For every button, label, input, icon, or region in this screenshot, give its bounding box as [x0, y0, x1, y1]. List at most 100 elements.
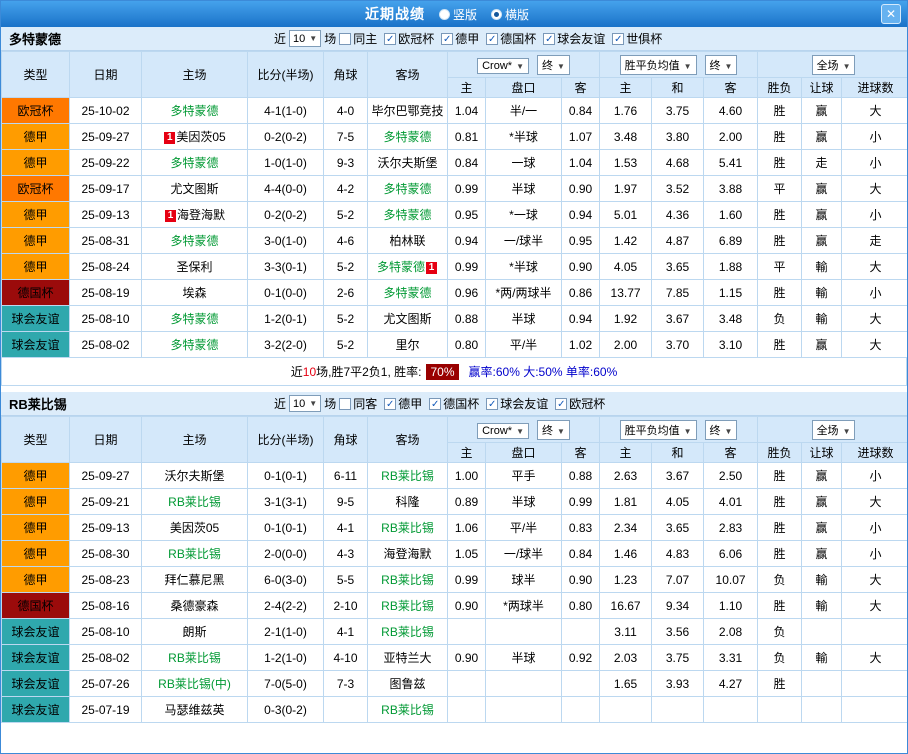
col-subheader: 客	[560, 77, 601, 98]
filter-checkbox-item[interactable]: 同客	[339, 395, 377, 412]
corners-score: 4-2	[323, 175, 368, 202]
avg-time-dropdown[interactable]: 终 ▼	[704, 419, 738, 440]
filter-checkbox-item[interactable]: ✓ 球会友谊	[543, 30, 605, 47]
odds-home: 1.04	[447, 97, 486, 124]
match-count-select[interactable]: 10 ▼	[289, 395, 322, 412]
avg-draw-odds: 3.75	[651, 644, 705, 671]
avg-draw-odds: 4.83	[651, 540, 705, 567]
avg-home-odds: 2.34	[599, 514, 653, 541]
odds-time-dropdown[interactable]: 终 ▼	[536, 54, 570, 75]
team-name-text: 圣保利	[176, 260, 213, 274]
col-subheader: 主	[599, 77, 653, 98]
checkbox-icon: ✓	[486, 32, 499, 45]
avg-away-odds: 3.88	[703, 175, 759, 202]
odds-away	[560, 670, 601, 697]
scope-dropdown[interactable]: 全场 ▼	[811, 419, 856, 440]
scope-dropdown[interactable]: 全场 ▼	[811, 54, 856, 75]
col-subheader: 和	[651, 442, 705, 463]
table-row: 德甲 25-09-13 美因茨05 0-1(0-1) 4-1 RB莱比锡 1.06 平/半 0.…	[1, 514, 907, 541]
odds-away: 0.90	[560, 566, 601, 593]
chevron-down-icon: ▼	[516, 426, 524, 436]
home-team: 圣保利	[141, 253, 248, 280]
result-handicap	[801, 670, 843, 697]
col-header: 比分(半场)	[247, 51, 324, 98]
radio-icon	[491, 8, 502, 20]
odds-company-dropdown[interactable]: Crow* ▼	[477, 422, 529, 439]
odds-time-dropdown[interactable]: 终 ▼	[536, 419, 570, 440]
team-name-text: 沃尔夫斯堡	[164, 469, 225, 483]
filter-checkbox-item[interactable]: ✓ 德甲	[441, 30, 479, 47]
avg-home-odds: 1.92	[599, 305, 653, 332]
filter-checkbox-item[interactable]: ✓ 德国杯	[486, 30, 536, 47]
view-option-selected[interactable]: 横版	[491, 6, 529, 23]
red-card-badge: 1	[164, 210, 176, 222]
home-team: RB莱比锡	[141, 488, 248, 515]
home-team: 多特蒙德	[141, 305, 248, 332]
corners-score: 6-11	[323, 462, 368, 489]
league-badge: 德甲	[1, 227, 70, 254]
filter-checkbox-item[interactable]: ✓ 欧冠杯	[555, 395, 605, 412]
col-subheader: 让球	[801, 77, 843, 98]
avg-draw-odds: 3.52	[651, 175, 705, 202]
filter-label: 德甲	[398, 397, 423, 411]
match-date: 25-07-19	[69, 696, 142, 723]
section-header: RB莱比锡 近 10 ▼ 场同客 ✓ 德甲 ✓ 德国杯 ✓ 球会友谊 ✓ 欧冠杯	[1, 392, 907, 416]
chevron-down-icon: ▼	[556, 426, 565, 436]
team-name-text: RB莱比锡	[168, 547, 221, 561]
avg-odds-dropdown[interactable]: 胜平负均值 ▼	[619, 54, 697, 75]
avg-home-odds: 1.23	[599, 566, 653, 593]
result-outcome: 胜	[757, 462, 803, 489]
result-outcome: 负	[757, 305, 803, 332]
match-count-select[interactable]: 10 ▼	[289, 30, 322, 47]
result-outcome: 平	[757, 253, 803, 280]
close-icon[interactable]: ✕	[881, 4, 901, 24]
result-outcome: 胜	[757, 592, 803, 619]
result-goals: 走	[841, 227, 907, 254]
filter-checkbox-item[interactable]: ✓ 欧冠杯	[384, 30, 434, 47]
chevron-down-icon: ▼	[683, 61, 692, 71]
league-badge: 德国杯	[1, 592, 70, 619]
avg-home-odds: 1.81	[599, 488, 653, 515]
league-badge: 德甲	[1, 540, 70, 567]
match-date: 25-09-21	[69, 488, 142, 515]
odds-home	[447, 618, 486, 645]
filter-checkbox-item[interactable]: ✓ 德国杯	[429, 395, 479, 412]
odds-company-dropdown[interactable]: Crow* ▼	[477, 57, 529, 74]
result-goals: 大	[841, 592, 907, 619]
table-row: 球会友谊 25-07-26 RB莱比锡(中) 7-0(5-0) 7-3 图鲁兹 1.65 3.…	[1, 670, 907, 697]
col-subheader: 盘口	[485, 442, 562, 463]
odds-handicap: 一/球半	[485, 227, 562, 254]
avg-away-odds: 3.10	[703, 331, 759, 358]
match-date: 25-08-02	[69, 331, 142, 358]
odds-away: 0.84	[560, 97, 601, 124]
team-name-text: 图鲁兹	[389, 677, 426, 691]
avg-time-dropdown[interactable]: 终 ▼	[704, 54, 738, 75]
team-title: RB莱比锡	[9, 397, 67, 412]
table-row: 球会友谊 25-08-10 朗斯 2-1(1-0) 4-1 RB莱比锡 3.11 3.56 2.…	[1, 618, 907, 645]
chevron-down-icon: ▼	[516, 61, 524, 71]
away-team: RB莱比锡	[367, 618, 448, 645]
col-header: 客场	[367, 51, 448, 98]
match-date: 25-08-02	[69, 644, 142, 671]
filter-checkbox-item[interactable]: ✓ 球会友谊	[486, 395, 548, 412]
result-handicap: 赢	[801, 488, 843, 515]
result-goals: 大	[841, 331, 907, 358]
filter-checkbox-item[interactable]: 同主	[339, 30, 377, 47]
avg-away-odds: 4.27	[703, 670, 759, 697]
match-score: 6-0(3-0)	[247, 566, 324, 593]
odds-handicap: 平手	[485, 462, 562, 489]
avg-draw-odds: 4.05	[651, 488, 705, 515]
match-date: 25-08-23	[69, 566, 142, 593]
avg-odds-dropdown[interactable]: 胜平负均值 ▼	[619, 419, 697, 440]
avg-away-odds	[703, 696, 759, 723]
view-option-unselected[interactable]: 竖版	[438, 6, 477, 23]
home-team: 1 美因茨05	[141, 123, 248, 150]
avg-draw-odds: 4.36	[651, 201, 705, 228]
filter-checkbox-item[interactable]: ✓ 德甲	[384, 395, 422, 412]
odds-away: 0.94	[560, 201, 601, 228]
checkbox-icon: ✓	[612, 32, 625, 45]
filter-checkbox-item[interactable]: ✓ 世俱杯	[612, 30, 662, 47]
away-team: 里尔	[367, 331, 448, 358]
league-badge: 欧冠杯	[1, 175, 70, 202]
odds-away: 0.88	[560, 462, 601, 489]
